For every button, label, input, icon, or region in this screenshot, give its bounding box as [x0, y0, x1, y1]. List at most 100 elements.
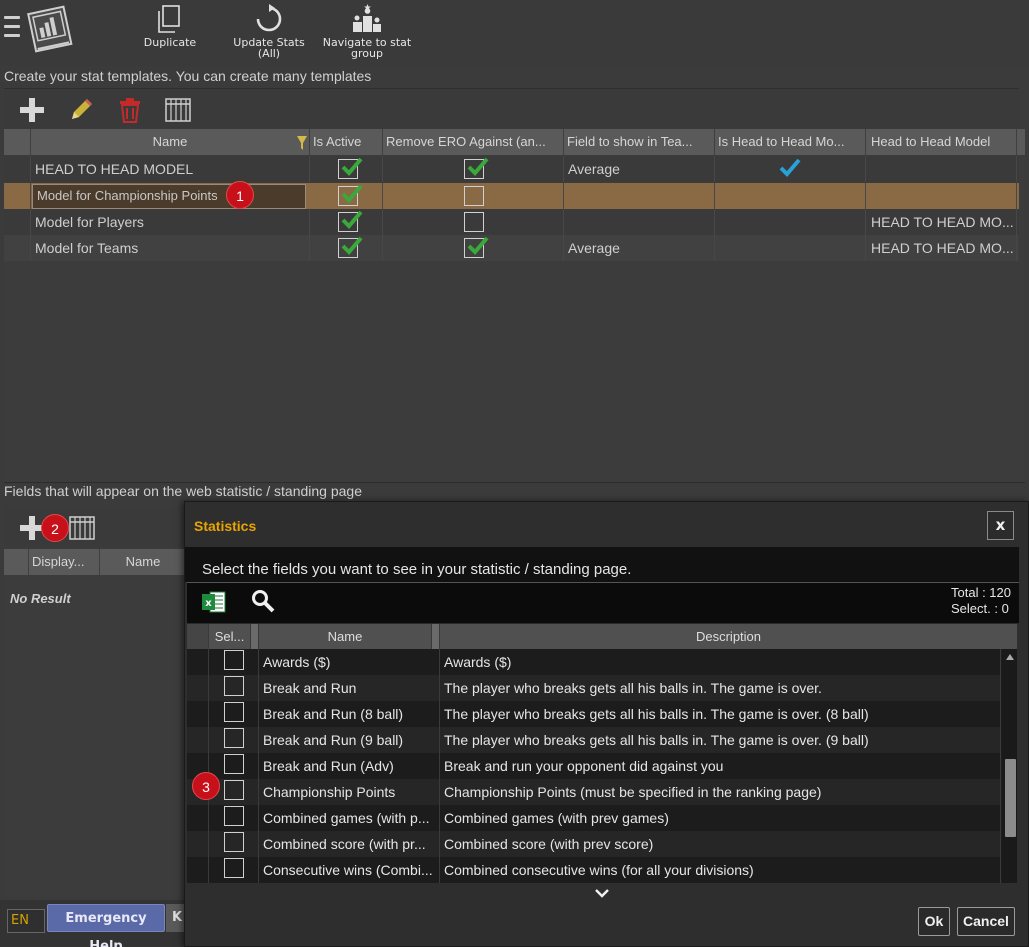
statistic-row[interactable]: Consecutive wins (Combi... Combined conse…	[187, 857, 1001, 883]
field-to-show-cell[interactable]	[564, 209, 715, 235]
emergency-help-button[interactable]: Emergency Help	[47, 904, 165, 947]
is-head-to-head-cell[interactable]	[715, 209, 866, 235]
remove-ero-checkbox[interactable]	[464, 186, 484, 206]
row-selector[interactable]	[4, 235, 31, 261]
template-name-cell[interactable]: Model for Players	[31, 209, 310, 235]
statistic-row[interactable]: Awards ($) Awards ($)	[187, 649, 1001, 675]
statistic-row[interactable]: Break and Run The player who breaks gets …	[187, 675, 1001, 701]
remove-ero-checkbox[interactable]	[464, 212, 484, 232]
remove-ero-cell[interactable]	[383, 156, 564, 182]
column-header-field-to-show[interactable]: Field to show in Tea...	[564, 129, 715, 155]
statistic-row[interactable]: Championship Points Championship Points (…	[187, 779, 1001, 805]
statistic-row[interactable]: Break and Run (Adv) Break and run your op…	[187, 753, 1001, 779]
remove-ero-cell[interactable]	[383, 209, 564, 235]
column-header-head-to-head-model[interactable]: Head to Head Model	[866, 129, 1017, 155]
is-active-checkbox[interactable]	[338, 236, 363, 258]
remove-ero-checkbox[interactable]	[464, 236, 489, 258]
list-column-resize-handle[interactable]	[251, 624, 259, 650]
select-cell[interactable]	[209, 831, 259, 857]
row-selector[interactable]	[4, 156, 31, 182]
template-name-cell[interactable]: HEAD TO HEAD MODEL	[31, 156, 310, 182]
select-cell[interactable]	[209, 857, 259, 883]
ok-button[interactable]: Ok	[918, 907, 950, 936]
statistic-row[interactable]: Combined score (with pr... Combined score…	[187, 831, 1001, 857]
template-row[interactable]: Model for Championship Points	[4, 183, 1019, 209]
filter-icon[interactable]	[297, 136, 307, 150]
is-active-checkbox[interactable]	[338, 210, 363, 232]
row-selector[interactable]	[4, 209, 31, 235]
select-cell[interactable]	[209, 805, 259, 831]
add-icon[interactable]	[18, 97, 46, 123]
list-column-header-select[interactable]: Sel...	[209, 624, 251, 650]
template-row[interactable]: Model for Teams Average HEAD TO HEAD MO...	[4, 235, 1019, 261]
is-head-to-head-cell[interactable]	[715, 156, 866, 182]
select-checkbox[interactable]	[224, 754, 244, 774]
is-active-checkbox[interactable]	[338, 157, 363, 179]
statistic-row[interactable]: Break and Run (8 ball) The player who bre…	[187, 701, 1001, 727]
head-to-head-model-cell[interactable]: HEAD TO HEAD MO...	[866, 235, 1017, 261]
column-header-is-active[interactable]: Is Active	[310, 129, 383, 155]
scroll-more-chevron-icon[interactable]	[595, 888, 609, 898]
is-active-cell[interactable]	[310, 235, 383, 261]
select-cell[interactable]	[209, 727, 259, 753]
excel-export-icon[interactable]: x	[201, 591, 227, 613]
remove-ero-cell[interactable]	[383, 235, 564, 261]
edit-pencil-icon[interactable]	[68, 97, 96, 123]
field-to-show-cell[interactable]: Average	[564, 156, 715, 182]
k-button[interactable]: K	[166, 904, 186, 932]
fields-column-header-display[interactable]: Display...	[29, 549, 100, 575]
select-checkbox[interactable]	[224, 806, 244, 826]
scroll-up-icon[interactable]	[1006, 654, 1014, 660]
head-to-head-model-cell[interactable]	[866, 183, 1017, 209]
scroll-thumb[interactable]	[1005, 759, 1016, 837]
head-to-head-model-cell[interactable]	[866, 156, 1017, 182]
select-checkbox[interactable]	[224, 780, 244, 800]
select-checkbox[interactable]	[224, 832, 244, 852]
column-header-remove-ero[interactable]: Remove ERO Against (an...	[383, 129, 564, 155]
field-to-show-cell[interactable]: Average	[564, 235, 715, 261]
column-header-is-head-to-head[interactable]: Is Head to Head Mo...	[715, 129, 866, 155]
template-name-editor[interactable]: Model for Championship Points	[32, 184, 306, 209]
list-column-resize-handle-2[interactable]	[432, 624, 440, 650]
head-to-head-model-cell[interactable]: HEAD TO HEAD MO...	[866, 209, 1017, 235]
remove-ero-checkbox[interactable]	[464, 157, 489, 179]
modal-close-button[interactable]: x	[987, 511, 1014, 540]
field-to-show-cell[interactable]	[564, 183, 715, 209]
navigate-stat-group-button[interactable]: Navigate to stat group	[322, 4, 412, 59]
list-scrollbar[interactable]	[1002, 649, 1017, 883]
is-active-checkbox[interactable]	[338, 184, 363, 206]
list-column-header-description[interactable]: Description	[440, 624, 1017, 650]
update-stats-button[interactable]: Update Stats (All)	[232, 4, 306, 59]
remove-ero-cell[interactable]	[383, 183, 564, 209]
column-header-name[interactable]: Name	[31, 129, 310, 155]
select-cell[interactable]	[209, 649, 259, 675]
template-name-cell[interactable]: Model for Teams	[31, 235, 310, 261]
is-active-cell[interactable]	[310, 156, 383, 182]
statistic-row[interactable]: Break and Run (9 ball) The player who bre…	[187, 727, 1001, 753]
template-row[interactable]: Model for Players HEAD TO HEAD MO...	[4, 209, 1019, 235]
select-cell[interactable]	[209, 701, 259, 727]
select-checkbox[interactable]	[224, 728, 244, 748]
delete-trash-icon[interactable]	[116, 97, 144, 123]
select-checkbox[interactable]	[224, 702, 244, 722]
list-column-header-name[interactable]: Name	[259, 624, 432, 650]
is-active-cell[interactable]	[310, 209, 383, 235]
template-row[interactable]: HEAD TO HEAD MODEL Average	[4, 156, 1019, 182]
duplicate-button[interactable]: Duplicate	[142, 4, 198, 48]
fields-columns-icon[interactable]	[68, 515, 96, 541]
is-active-cell[interactable]	[310, 183, 383, 209]
columns-icon[interactable]	[164, 97, 192, 123]
is-head-to-head-cell[interactable]	[715, 235, 866, 261]
search-icon[interactable]	[251, 589, 275, 613]
is-head-to-head-cell[interactable]	[715, 183, 866, 209]
select-cell[interactable]	[209, 675, 259, 701]
fields-column-header-name[interactable]: Name	[100, 549, 186, 575]
select-checkbox[interactable]	[224, 858, 244, 878]
select-checkbox[interactable]	[224, 676, 244, 696]
select-cell[interactable]	[209, 753, 259, 779]
select-checkbox[interactable]	[224, 650, 244, 670]
cancel-button[interactable]: Cancel	[957, 907, 1015, 936]
row-selector[interactable]	[4, 183, 31, 209]
language-selector[interactable]: EN	[7, 909, 45, 933]
column-chooser-header[interactable]	[1017, 129, 1025, 155]
